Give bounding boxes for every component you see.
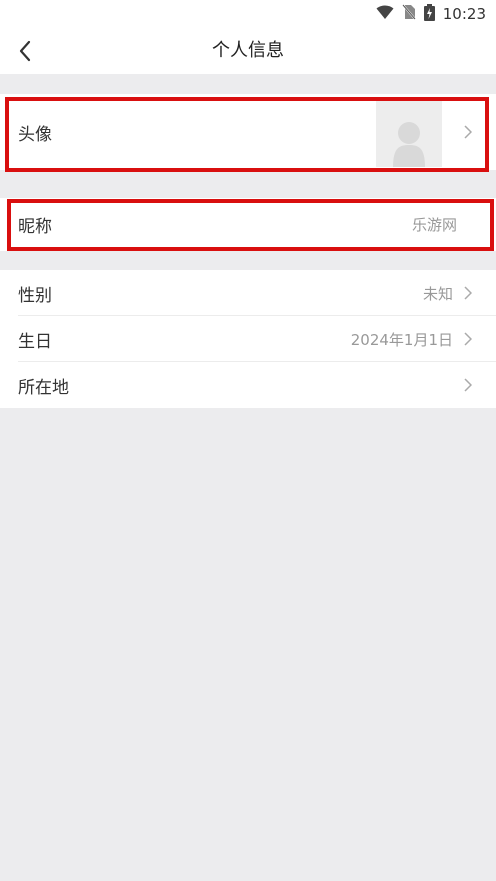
chevron-right-icon (464, 378, 472, 392)
no-sim-icon (402, 4, 416, 24)
gender-value: 未知 (422, 284, 453, 303)
battery-charging-icon (423, 3, 435, 25)
nickname-highlight-box (7, 199, 494, 251)
chevron-right-icon (464, 286, 472, 300)
header-bar: 个人信息 (0, 28, 496, 74)
status-icons: 10:23 (376, 3, 486, 25)
location-label: 所在地 (18, 377, 69, 398)
birthday-value: 2024年1月1日 (350, 330, 453, 349)
gender-row[interactable]: 性别 未知 (0, 270, 496, 316)
back-button[interactable] (10, 36, 40, 66)
gender-label: 性别 (18, 285, 52, 306)
avatar-highlight-box (5, 97, 489, 172)
location-row[interactable]: 所在地 (0, 362, 496, 408)
status-time: 10:23 (442, 5, 486, 23)
chevron-right-icon (464, 332, 472, 346)
birthday-label: 生日 (18, 331, 52, 352)
wifi-icon (376, 4, 394, 24)
chevron-left-icon (19, 40, 31, 62)
profile-details-section: 性别 未知 生日 2024年1月1日 所在地 (0, 270, 496, 408)
status-bar: 10:23 (0, 0, 496, 28)
page-title: 个人信息 (212, 40, 284, 61)
birthday-row[interactable]: 生日 2024年1月1日 (0, 316, 496, 362)
